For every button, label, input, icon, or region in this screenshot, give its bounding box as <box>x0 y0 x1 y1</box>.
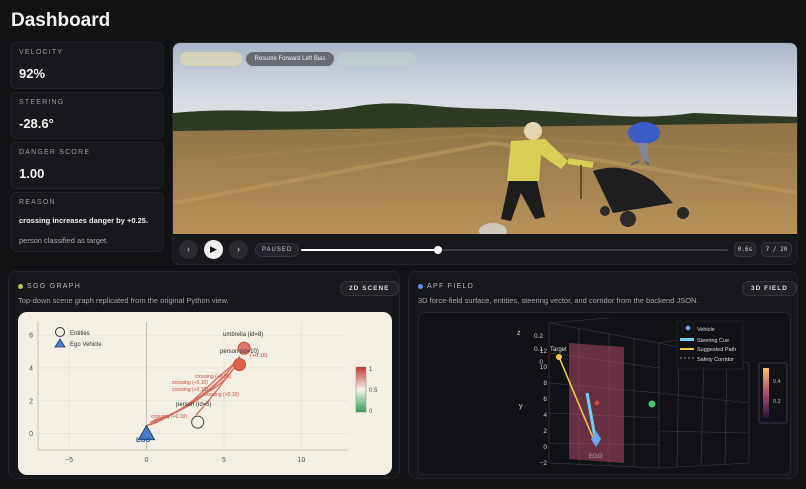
apf-chart[interactable]: Target EGO 121086420−2 0.20.10 y z Vehic… <box>419 313 791 475</box>
sgg-colorbar <box>355 366 367 413</box>
entity-node[interactable] <box>233 358 246 372</box>
video-controls: ‹ ▶ › PAUSED 0.6s 7 / 20 <box>173 236 797 264</box>
legend-steering: Steering Cue <box>697 338 729 344</box>
crossing-label-4: crossing (+0.10) <box>203 392 239 398</box>
overlay-pill-2 <box>338 52 416 66</box>
apf-y-tick: −2 <box>540 460 548 467</box>
apf-description: 3D force-field surface, entities, steeri… <box>418 296 699 305</box>
legend-path: Suggested Path <box>697 347 736 353</box>
sgg-legend: Entities Ego Vehicle <box>54 327 102 348</box>
apf-z-tick: 0 <box>539 359 543 366</box>
sgg-panel: SGG GRAPH Top-down scene graph replicate… <box>8 271 400 479</box>
z-axis-label: z <box>517 330 521 337</box>
video-frame <box>173 43 797 234</box>
target-marker <box>556 354 562 360</box>
next-button[interactable]: › <box>229 240 248 259</box>
apf-ego-label: EGO <box>589 454 603 460</box>
legend-entities: Entities <box>70 331 90 337</box>
seek-bar[interactable] <box>301 246 728 254</box>
seek-fill <box>301 249 438 251</box>
dashboard-page: Dashboard VELOCITY 92% STEERING -28.6° D… <box>0 0 806 489</box>
page-title: Dashboard <box>11 10 111 31</box>
sgg-status-dot <box>18 284 23 289</box>
apf-plot: Target EGO 12 10 8 6 4 2 0 −2 0.2 0.1 0 y z Vehic… <box>418 312 791 475</box>
person-top-score: (+0.15) <box>250 353 268 359</box>
colorbar-tick: 0 <box>369 409 373 415</box>
apf-y-tick: 0 <box>543 444 547 451</box>
entity-marker-2 <box>594 400 600 406</box>
3d-field-button[interactable]: 3D FIELD <box>742 281 797 296</box>
velocity-value: 92% <box>19 66 46 81</box>
apf-z-tick: 0.2 <box>534 333 543 340</box>
x-tick-label: 10 <box>298 457 306 464</box>
x-tick-label: 5 <box>222 457 226 464</box>
apf-panel: APF FIELD 3D force-field surface, entiti… <box>408 271 798 479</box>
entity-marker <box>648 400 656 408</box>
velocity-label: VELOCITY <box>19 49 64 56</box>
legend-vehicle: Ego Vehicle <box>70 342 102 348</box>
person-low-label: person (id=5) <box>176 402 212 408</box>
time-readout: 0.6s <box>734 242 756 257</box>
colorbar-tick: 1 <box>369 367 373 373</box>
y-tick-label: 4 <box>29 365 33 372</box>
danger-label: DANGER SCORE <box>19 149 91 156</box>
y-tick-label: 6 <box>29 333 33 340</box>
previous-button[interactable]: ‹ <box>179 240 198 259</box>
x-tick-label: −5 <box>65 457 73 464</box>
apf-title: APF FIELD <box>427 283 475 290</box>
action-pill: Resume Forward Left Bias <box>246 52 334 66</box>
y-tick-label: 0 <box>29 431 33 438</box>
apf-y-tick: 2 <box>543 428 547 435</box>
reason-card: REASON crossing increases danger by +0.2… <box>10 192 164 252</box>
legend-corridor: Safety Corridor <box>697 357 734 363</box>
danger-card: DANGER SCORE 1.00 <box>10 142 164 189</box>
apf-y-tick: 8 <box>543 380 547 387</box>
status-badge: PAUSED <box>255 243 300 257</box>
frame-counter: 7 / 20 <box>761 242 792 257</box>
video-player: Resume Forward Left Bias ‹ ▶ › PAUSED 0.… <box>172 42 798 265</box>
sgg-description: Top-down scene graph replicated from the… <box>18 296 229 305</box>
crossing-label-2: crossing (+0.10) <box>172 380 208 386</box>
reason-label: REASON <box>19 199 56 206</box>
play-button[interactable]: ▶ <box>204 240 223 259</box>
apf-legend: Vehicle Steering Cue Suggested Path Safe… <box>676 320 744 370</box>
x-tick-label: 0 <box>145 457 149 464</box>
steering-card: STEERING -28.6° <box>10 92 164 139</box>
apf-z-tick: 0.1 <box>534 346 543 353</box>
apf-cbar-tick-1: 0.4 <box>773 379 781 385</box>
ego-label: EGO <box>136 437 150 444</box>
2d-scene-button[interactable]: 2D SCENE <box>340 281 399 296</box>
sgg-chart[interactable]: −5 0 5 106420 umbrella (id=8) person (id=10… <box>18 312 392 475</box>
apf-colorbar <box>763 368 769 418</box>
sgg-title: SGG GRAPH <box>27 283 82 290</box>
steering-value: -28.6° <box>19 116 54 131</box>
apf-y-tick: 4 <box>543 412 547 419</box>
y-axis-label: y <box>519 403 523 410</box>
seek-handle[interactable] <box>433 246 442 254</box>
y-tick-label: 2 <box>29 398 33 405</box>
apf-cbar-tick-2: 0.2 <box>773 399 781 405</box>
sgg-plot: −5 0 5 10 6 4 2 0 umbrella (id=8) person (id=10… <box>18 312 392 475</box>
velocity-card: VELOCITY 92% <box>10 42 164 89</box>
overlay-pill-1 <box>180 52 242 66</box>
reason-primary: crossing increases danger by +0.25. <box>19 216 149 225</box>
apf-status-dot <box>418 284 423 289</box>
apf-y-tick: 6 <box>543 396 547 403</box>
crossing-label-5: crossing (+0.10) <box>151 414 187 420</box>
legend-vehicle-apf: Vehicle <box>697 327 715 333</box>
danger-value: 1.00 <box>19 166 45 181</box>
colorbar-tick: 0.5 <box>369 388 378 394</box>
umbrella-label: umbrella (id=8) <box>223 332 263 338</box>
entity-node[interactable] <box>191 415 205 429</box>
target-label: Target <box>550 347 567 353</box>
steering-label: STEERING <box>19 99 65 106</box>
reason-secondary: person classified as target. <box>19 236 109 245</box>
